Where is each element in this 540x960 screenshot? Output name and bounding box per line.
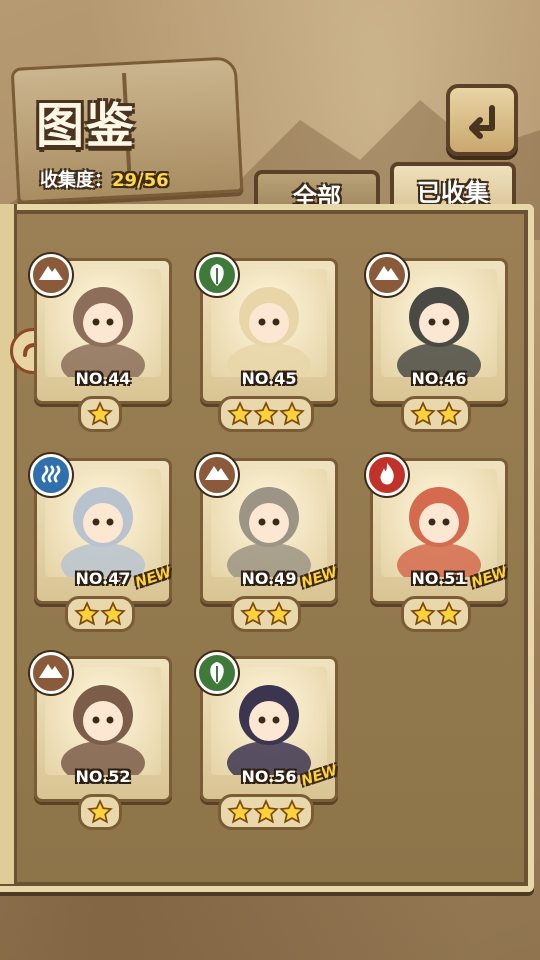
card-number: NO.45 [241, 369, 297, 388]
card-number: NO.52 [75, 767, 131, 786]
waves-icon [41, 465, 61, 483]
panel-rail [0, 204, 17, 884]
card-number: NO.44 [75, 369, 131, 388]
leaf-element-badge [196, 652, 238, 694]
star-icon [410, 601, 436, 626]
collection-label: 收集度： [40, 170, 112, 191]
star-rating [200, 794, 332, 830]
mountain-element-badge [30, 254, 72, 296]
card-number: NO.46 [411, 369, 467, 388]
star-icon [227, 401, 253, 426]
mountain-element-badge [196, 454, 238, 496]
waves-element-badge [30, 454, 72, 496]
star-icon [240, 601, 266, 626]
star-icon [253, 799, 279, 824]
star-icon [410, 401, 436, 426]
leaf-icon [210, 662, 224, 684]
star-rating [370, 396, 502, 432]
mountain-icon [39, 664, 63, 678]
star-rating [34, 596, 166, 632]
star-icon [279, 799, 305, 824]
monster-card[interactable]: NO.47 NEW [30, 454, 174, 632]
mountain-element-badge [366, 254, 408, 296]
star-icon [227, 799, 253, 824]
back-button[interactable] [446, 84, 518, 156]
mountain-icon [39, 266, 63, 280]
monster-card[interactable]: NO.45 [196, 254, 338, 432]
star-icon [266, 601, 292, 626]
star-icon [253, 401, 279, 426]
star-icon [100, 601, 126, 626]
mountain-icon [375, 266, 399, 280]
monster-card[interactable]: NO.51 NEW [366, 454, 510, 632]
star-icon [87, 799, 113, 824]
star-rating [200, 596, 332, 632]
monster-card[interactable]: NO.49 NEW [196, 454, 340, 632]
monster-card[interactable]: NO.46 [366, 254, 508, 432]
star-rating [34, 794, 166, 830]
star-icon [436, 601, 462, 626]
leaf-icon [210, 264, 224, 286]
monster-card[interactable]: NO.52 [30, 652, 172, 830]
monster-card[interactable]: NO.44 [30, 254, 172, 432]
flame-icon [380, 463, 394, 485]
star-icon [87, 401, 113, 426]
collection-value: 29/56 [112, 170, 169, 191]
mountain-element-badge [30, 652, 72, 694]
page-title: 图鉴 [36, 98, 137, 154]
star-icon [74, 601, 100, 626]
star-rating [200, 396, 332, 432]
return-arrow-icon [469, 105, 495, 139]
monster-card[interactable]: NO.56 NEW [196, 652, 340, 830]
leaf-element-badge [196, 254, 238, 296]
flame-element-badge [366, 454, 408, 496]
star-rating [370, 596, 502, 632]
star-icon [279, 401, 305, 426]
collection-progress: 收集度：29/56 [40, 166, 169, 192]
mountain-icon [205, 466, 229, 480]
star-icon [436, 401, 462, 426]
star-rating [34, 396, 166, 432]
